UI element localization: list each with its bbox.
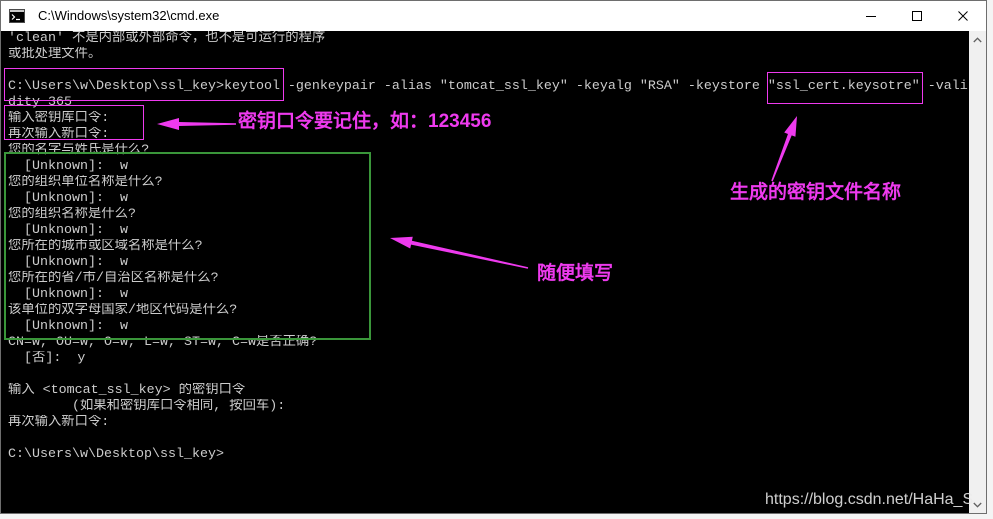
console-line: [Unknown]: w	[8, 159, 128, 174]
console-line: 该单位的双字母国家/地区代码是什么?	[8, 303, 238, 318]
console-line: 您所在的城市或区域名称是什么?	[8, 239, 203, 254]
scroll-up-button[interactable]	[969, 31, 986, 48]
chevron-up-icon	[973, 36, 982, 42]
cmd-window: C:\Windows\system32\cmd.exe 'clean' 不是内部…	[0, 0, 987, 514]
close-button[interactable]	[940, 1, 986, 31]
vertical-scrollbar[interactable]	[969, 31, 986, 513]
maximize-button[interactable]	[894, 1, 940, 31]
window-title: C:\Windows\system32\cmd.exe	[38, 8, 220, 23]
console-line: [Unknown]: w	[8, 191, 128, 206]
console-line: dity 365	[8, 95, 72, 110]
console-line: [Unknown]: w	[8, 287, 128, 302]
console-line: 您的名字与姓氏是什么?	[8, 143, 150, 158]
console-line: [Unknown]: w	[8, 319, 128, 334]
console-line: [Unknown]: w	[8, 223, 128, 238]
minimize-icon	[866, 16, 876, 17]
title-bar[interactable]: C:\Windows\system32\cmd.exe	[1, 1, 986, 31]
console-line: CN=w, OU=w, O=w, L=w, ST=w, C=w是否正确?	[8, 335, 318, 350]
scroll-down-button[interactable]	[969, 496, 986, 513]
console-line: 再次输入新口令:	[8, 127, 110, 142]
cmd-icon	[9, 9, 25, 23]
close-icon	[958, 11, 968, 21]
console-lines: 'clean' 不是内部或外部命令，也不是可运行的程序 或批处理文件。 C:\U…	[8, 31, 969, 463]
console-prompt-line: C:\Users\w\Desktop\ssl_key>	[8, 447, 224, 462]
console-line-keytool-command: C:\Users\w\Desktop\ssl_key>keytool -genk…	[8, 79, 968, 94]
console-line: 您所在的省/市/自治区名称是什么?	[8, 271, 219, 286]
console-line: [Unknown]: w	[8, 255, 128, 270]
maximize-icon	[912, 11, 922, 21]
console-line: (如果和密钥库口令相同, 按回车):	[8, 399, 286, 414]
console-line: 您的组织名称是什么?	[8, 207, 136, 222]
console-line: 您的组织单位名称是什么?	[8, 175, 163, 190]
console-line: [否]: y	[8, 351, 86, 366]
console-line: 或批处理文件。	[8, 47, 102, 62]
scrollbar-track[interactable]	[969, 48, 986, 496]
console-line: 输入密钥库口令:	[8, 111, 110, 126]
chevron-down-icon	[973, 502, 982, 508]
console-line: 输入 <tomcat_ssl_key> 的密钥口令	[8, 383, 246, 398]
console-line: 'clean' 不是内部或外部命令，也不是可运行的程序	[8, 31, 326, 46]
minimize-button[interactable]	[848, 1, 894, 31]
console-output[interactable]: 'clean' 不是内部或外部命令，也不是可运行的程序 或批处理文件。 C:\U…	[1, 31, 969, 513]
console-line: 再次输入新口令:	[8, 415, 110, 430]
